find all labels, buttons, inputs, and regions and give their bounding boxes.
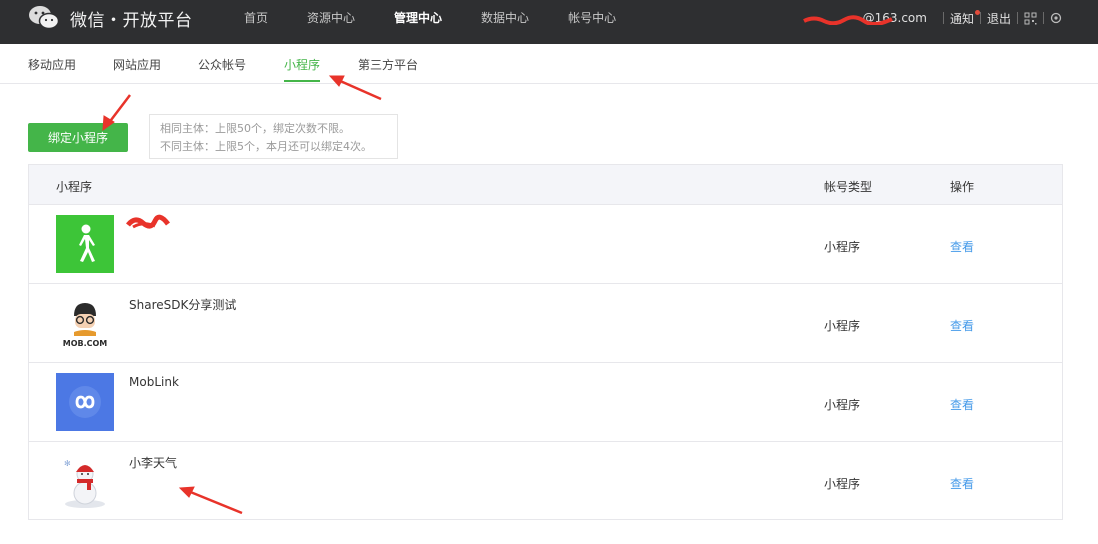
tab-mini-programs[interactable]: 小程序 — [284, 56, 321, 82]
table-row: ✻ 小李天气 小程序 查看 — [29, 442, 1062, 521]
svg-text:MOB.COM: MOB.COM — [63, 339, 108, 348]
account-type: 小程序 — [824, 240, 861, 254]
table-row: MobLink 小程序 查看 — [29, 363, 1062, 442]
divider — [942, 12, 944, 24]
nav-management-center[interactable]: 管理中心 — [394, 0, 442, 44]
tab-website-apps[interactable]: 网站应用 — [113, 56, 161, 73]
tab-mobile-apps[interactable]: 移动应用 — [28, 56, 76, 73]
svg-text:✻: ✻ — [64, 459, 71, 468]
bind-mini-program-button[interactable]: 绑定小程序 — [28, 123, 128, 152]
redaction-scribble — [802, 15, 893, 25]
tab-third-party[interactable]: 第三方平台 — [358, 56, 418, 73]
platform-title: 微信・开放平台 — [70, 11, 193, 31]
account-type: 小程序 — [824, 319, 861, 333]
nav-account-center[interactable]: 帐号中心 — [568, 0, 616, 44]
header-name: 小程序 — [56, 180, 93, 194]
divider — [979, 12, 981, 24]
divider — [1043, 12, 1044, 24]
snowman-icon: ✻ — [56, 452, 114, 510]
redaction-scribble — [126, 214, 170, 229]
tip-line-different-entity: 不同主体：上限5个，本月还可以绑定4次。 — [160, 140, 372, 153]
table-row: MOB.COM ShareSDK分享测试 小程序 查看 — [29, 284, 1062, 363]
view-link[interactable]: 查看 — [950, 475, 974, 492]
mini-program-table: 小程序 帐号类型 操作 小程序 查看 MOB.COM ShareSDK分享测试 — [28, 164, 1063, 520]
bind-limit-tip: 相同主体：上限50个，绑定次数不限。 不同主体：上限5个，本月还可以绑定4次。 — [149, 114, 398, 159]
sub-tabs: 移动应用 网站应用 公众帐号 小程序 第三方平台 — [0, 44, 1098, 84]
tip-line-same-entity: 相同主体：上限50个，绑定次数不限。 — [160, 122, 350, 135]
view-link[interactable]: 查看 — [950, 396, 974, 413]
table-row: 小程序 查看 — [29, 205, 1062, 284]
main-nav: 首页 资源中心 管理中心 数据中心 帐号中心 — [244, 0, 655, 44]
moblink-infinity-icon — [56, 373, 114, 431]
arrow-to-bind-button — [107, 94, 131, 125]
user-area: xxxxxxxx@163.com 通知 退出 — [802, 0, 1062, 36]
nav-home[interactable]: 首页 — [244, 0, 268, 44]
account-type: 小程序 — [824, 477, 861, 491]
notice-link[interactable]: 通知 — [950, 9, 980, 27]
app-name: ShareSDK分享测试 — [129, 298, 237, 312]
nav-data-center[interactable]: 数据中心 — [481, 0, 529, 44]
qrcode-icon[interactable] — [1024, 12, 1037, 25]
logout-link[interactable]: 退出 — [987, 10, 1011, 27]
wechat-logo-icon — [29, 6, 60, 30]
view-link[interactable]: 查看 — [950, 317, 974, 334]
app-name: MobLink — [129, 375, 179, 389]
walking-person-icon — [56, 215, 114, 273]
view-link[interactable]: 查看 — [950, 238, 974, 255]
header-account-type: 帐号类型 — [824, 180, 873, 194]
nav-resource-center[interactable]: 资源中心 — [307, 0, 355, 44]
account-type: 小程序 — [824, 398, 861, 412]
top-bar: 微信・开放平台 首页 资源中心 管理中心 数据中心 帐号中心 xxxxxxxx@… — [0, 0, 1098, 44]
notice-dot — [974, 9, 980, 15]
header-action: 操作 — [950, 180, 975, 194]
account-email[interactable]: xxxxxxxx@163.com — [802, 11, 927, 25]
app-name: 小李天气 — [129, 456, 178, 470]
tab-official-accounts[interactable]: 公众帐号 — [198, 56, 246, 73]
divider — [1017, 12, 1018, 24]
mob-logo-icon: MOB.COM — [56, 294, 114, 352]
settings-icon[interactable] — [1050, 12, 1062, 24]
table-header: 小程序 帐号类型 操作 — [29, 165, 1062, 205]
